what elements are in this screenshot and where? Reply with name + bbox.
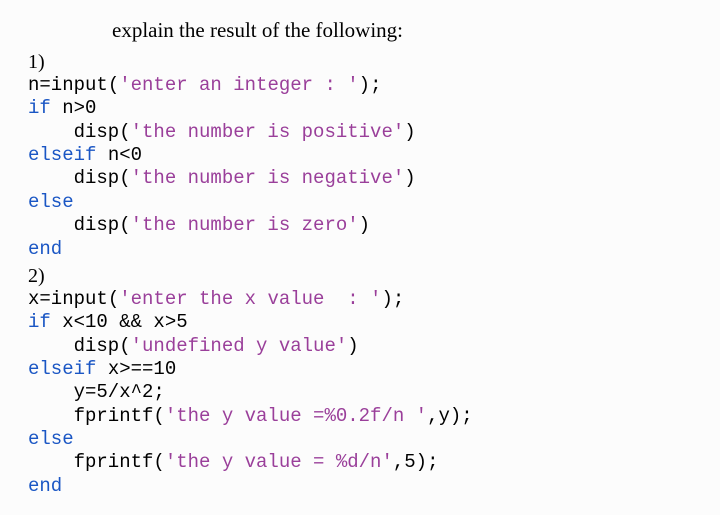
code-text: ) (359, 214, 370, 236)
code-text: n=input( (28, 74, 119, 96)
code-string: 'enter the x value : ' (119, 288, 381, 310)
code-text: ); (381, 288, 404, 310)
code-text: y=5/x^2; (74, 381, 165, 403)
code-keyword: elseif (28, 144, 96, 166)
code-string: 'undefined y value' (131, 335, 348, 357)
code-keyword: end (28, 475, 62, 497)
question-1-number: 1) (28, 51, 702, 74)
question-2-number: 2) (28, 265, 702, 288)
code-text: ,5); (393, 451, 439, 473)
code-keyword: if (28, 97, 51, 119)
code-keyword: else (28, 428, 74, 450)
code-string: 'the number is zero' (131, 214, 359, 236)
code-text: x>==10 (96, 358, 176, 380)
code-text: disp( (74, 335, 131, 357)
code-text: ) (347, 335, 358, 357)
code-text: ) (404, 121, 415, 143)
code-text: disp( (74, 121, 131, 143)
code-text: n<0 (96, 144, 142, 166)
code-keyword: end (28, 238, 62, 260)
code-text: ,y); (427, 405, 473, 427)
code-block-2: x=input('enter the x value : '); if x<10… (28, 288, 702, 498)
code-block-1: n=input('enter an integer : '); if n>0 d… (28, 74, 702, 261)
code-string: 'enter an integer : ' (119, 74, 358, 96)
code-keyword: else (28, 191, 74, 213)
code-text: x<10 && x>5 (51, 311, 188, 333)
page-title: explain the result of the following: (112, 18, 702, 43)
code-keyword: if (28, 311, 51, 333)
code-text: x=input( (28, 288, 119, 310)
code-text: fprintf( (74, 405, 165, 427)
code-text: disp( (74, 167, 131, 189)
code-text: fprintf( (74, 451, 165, 473)
code-text: disp( (74, 214, 131, 236)
code-string: 'the number is positive' (131, 121, 405, 143)
code-string: 'the y value = %d/n' (165, 451, 393, 473)
code-string: 'the number is negative' (131, 167, 405, 189)
code-keyword: elseif (28, 358, 96, 380)
code-text: ); (359, 74, 382, 96)
code-string: 'the y value =%0.2f/n ' (165, 405, 427, 427)
code-text: ) (404, 167, 415, 189)
code-text: n>0 (51, 97, 97, 119)
